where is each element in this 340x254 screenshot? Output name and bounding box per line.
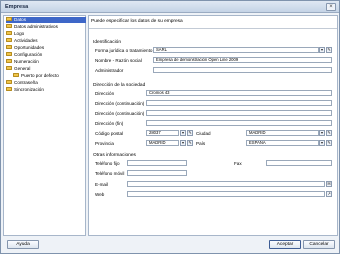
folder-icon: [6, 80, 12, 85]
provincia-label: Provincia: [95, 141, 114, 146]
sidebar-item-datos-administrativos[interactable]: Datos administrativos: [6, 24, 86, 30]
sidebar-item-label: Oportunidades: [14, 45, 45, 51]
empresa-window: Empresa × Datos Datos administrativos Lo…: [0, 0, 340, 254]
pais-dropdown-button[interactable]: ▾: [319, 140, 325, 146]
forma-dropdown-button[interactable]: ▾: [319, 47, 325, 53]
telefono-movil-field[interactable]: [127, 170, 187, 176]
ciudad-dropdown-button[interactable]: ▾: [319, 130, 325, 136]
direccion-fin-field[interactable]: [146, 120, 332, 126]
web-field[interactable]: [127, 191, 325, 197]
direccion-cont2-field[interactable]: [146, 110, 332, 116]
folder-icon: [13, 73, 19, 78]
sidebar-item-logo[interactable]: Logo: [6, 31, 86, 37]
sidebar-item-label: Numeración: [14, 59, 39, 65]
sidebar-item-label: Datos administrativos: [14, 24, 58, 30]
cancel-button[interactable]: Cancelar: [303, 240, 335, 249]
nombre-field[interactable]: Empresa de demonstración Open Line 2009: [153, 57, 332, 63]
direccion-cont1-label: Dirección (continuación): [95, 101, 145, 106]
sidebar-item-general[interactable]: General: [6, 66, 86, 72]
folder-icon: [6, 52, 12, 57]
sidebar-item-sincronizacion[interactable]: Sincronización: [6, 87, 86, 93]
administrador-field[interactable]: [153, 67, 332, 73]
window-title: Empresa: [5, 4, 29, 10]
section-title-identificacion: Identificación: [93, 40, 121, 45]
sidebar-item-datos[interactable]: Datos: [6, 17, 86, 23]
sidebar-item-label: Sincronización: [14, 87, 44, 93]
sidebar-item-label: Logo: [14, 31, 25, 37]
sidebar-item-actividades[interactable]: Actividades: [6, 38, 86, 44]
main-panel: Puede especificar los datos de su empres…: [88, 15, 338, 236]
telefono-movil-label: Teléfono móvil: [95, 171, 125, 176]
ciudad-label: Ciudad: [196, 131, 211, 136]
pais-edit-icon[interactable]: ✎: [326, 140, 332, 146]
telefono-fijo-field[interactable]: [127, 160, 187, 166]
provincia-dropdown-button[interactable]: ▾: [180, 140, 186, 146]
sidebar-item-label: Contraseña: [14, 80, 38, 86]
administrador-label: Administrador: [95, 68, 124, 73]
provincia-field[interactable]: MADRID: [146, 140, 179, 146]
codigo-postal-field[interactable]: 28037: [146, 130, 179, 136]
sidebar-item-label: Datos: [14, 17, 27, 23]
forma-label: Forma jurídica o tratamiento: [95, 48, 153, 53]
section-title-direccion: Dirección de la sociedad: [93, 83, 146, 88]
pais-field[interactable]: ESPAÑA: [246, 140, 319, 146]
web-label: Web: [95, 192, 105, 197]
fax-field[interactable]: [266, 160, 332, 166]
close-button[interactable]: ×: [326, 3, 336, 11]
folder-icon: [6, 24, 12, 29]
forma-juridica-field[interactable]: SARL: [153, 47, 319, 53]
fax-label: Fax: [234, 161, 242, 166]
forma-edit-icon[interactable]: ✎: [326, 47, 332, 53]
pais-label: País: [196, 141, 206, 146]
sidebar-item-label: Puerto por defecto: [21, 73, 59, 79]
direccion-field[interactable]: Cromos 43: [146, 90, 332, 96]
sidebar-item-label: General: [14, 66, 31, 72]
sidebar-tree: Datos Datos administrativos Logo Activid…: [3, 15, 86, 236]
telefono-fijo-label: Teléfono fijo: [95, 161, 120, 166]
header-divider: [89, 28, 337, 29]
ciudad-field[interactable]: MADRID: [246, 130, 319, 136]
email-label: E-mail: [95, 182, 109, 187]
folder-icon: [6, 59, 12, 64]
folder-icon: [6, 87, 12, 92]
web-open-icon[interactable]: ↗: [326, 191, 332, 197]
folder-icon: [6, 17, 12, 22]
direccion-label: Dirección: [95, 91, 115, 96]
email-send-icon[interactable]: ✉: [326, 181, 332, 187]
sidebar-item-oportunidades[interactable]: Oportunidades: [6, 45, 86, 51]
folder-icon: [6, 31, 12, 36]
folder-icon: [6, 38, 12, 43]
sidebar-item-contrasena[interactable]: Contraseña: [6, 80, 86, 86]
sidebar-item-puerto-por-defecto[interactable]: Puerto por defecto: [13, 73, 83, 79]
sidebar-item-label: Actividades: [14, 38, 38, 44]
direccion-cont1-field[interactable]: [146, 100, 332, 106]
nombre-label: Nombre - Razón social: [95, 58, 142, 63]
sidebar-item-numeracion[interactable]: Numeración: [6, 59, 86, 65]
sidebar-item-label: Configuración: [14, 52, 43, 58]
email-field[interactable]: [127, 181, 325, 187]
section-title-otras: Otras informaciones: [93, 153, 136, 158]
help-button[interactable]: Ayuda: [7, 240, 39, 249]
codigo-postal-label: Código postal: [95, 131, 124, 136]
title-bar: Empresa ×: [1, 1, 339, 13]
direccion-fin-label: Dirección (fin): [95, 121, 124, 126]
ciudad-edit-icon[interactable]: ✎: [326, 130, 332, 136]
codigo-postal-dropdown-button[interactable]: ▾: [180, 130, 186, 136]
folder-icon: [6, 45, 12, 50]
codigo-postal-edit-icon[interactable]: ✎: [187, 130, 193, 136]
direccion-cont2-label: Dirección (continuación): [95, 111, 145, 116]
sidebar-item-configuracion[interactable]: Configuración: [6, 52, 86, 58]
provincia-edit-icon[interactable]: ✎: [187, 140, 193, 146]
accept-button[interactable]: Aceptar: [269, 240, 301, 249]
folder-icon: [6, 66, 12, 71]
page-description: Puede especificar los datos de su empres…: [91, 19, 183, 24]
